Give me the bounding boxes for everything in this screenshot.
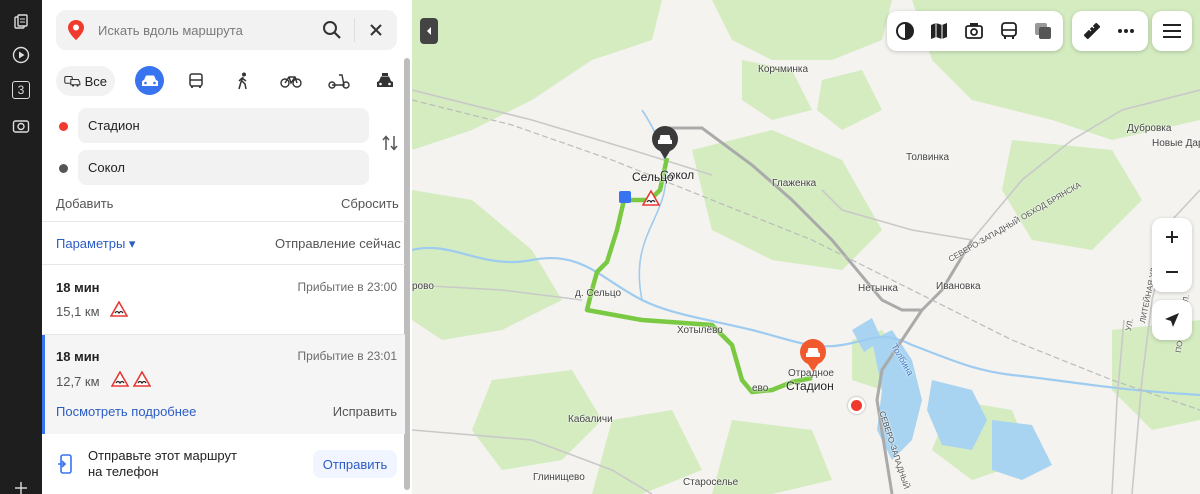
route-arrival: Прибытие в 23:00	[297, 280, 397, 294]
label-otradnoe: Отрадное	[788, 368, 834, 379]
map-tools-toolbar	[1072, 11, 1148, 51]
search-icon[interactable]	[322, 20, 342, 40]
mode-all-button[interactable]: Все	[56, 66, 115, 96]
end-point-dot	[59, 164, 68, 173]
label-kabalichi: Кабаличи	[568, 414, 613, 425]
phone-icon	[58, 454, 74, 477]
from-field[interactable]: Стадион	[78, 108, 369, 143]
route-distance: 15,1 км	[56, 304, 100, 319]
mode-taxi-button[interactable]	[374, 66, 396, 96]
transit-icon[interactable]	[999, 21, 1019, 41]
params-dropdown[interactable]: Параметры ▾	[56, 236, 135, 252]
label-selco: Сельцо	[632, 170, 674, 184]
send-button[interactable]: Отправить	[313, 450, 397, 478]
bus-icon	[189, 73, 203, 88]
route-option-2[interactable]: 18 мин Прибытие в 23:01 12,7 км Посмотре…	[42, 335, 405, 434]
map-layers-toolbar	[887, 11, 1063, 51]
zoom-controls	[1152, 218, 1192, 292]
chevron-left-icon	[427, 27, 431, 35]
ruler-icon[interactable]	[1082, 21, 1102, 41]
mode-car-button[interactable]	[135, 66, 164, 95]
label-stadion: Стадион	[786, 379, 834, 393]
multi-transport-icon	[64, 75, 81, 87]
bus-stop-icon	[619, 191, 631, 203]
label-d-selco: д. Сельцо	[575, 288, 622, 299]
badge-number: 3	[12, 81, 30, 99]
taxi-icon	[377, 73, 393, 87]
search-bar[interactable]: Искать вдоль маршрута	[56, 10, 397, 50]
swap-icon[interactable]	[381, 134, 399, 152]
mode-bike-button[interactable]	[278, 66, 304, 96]
menu-button[interactable]	[1152, 11, 1192, 51]
map-layers-icon[interactable]	[929, 21, 949, 41]
add-point-link[interactable]: Добавить	[56, 196, 113, 211]
label-hotylevo: Хотылёво	[677, 325, 723, 336]
zoom-out-icon[interactable]	[1162, 262, 1182, 285]
left-rail: 3	[0, 0, 42, 494]
more-icon[interactable]	[1116, 21, 1136, 41]
rough-road-warning-icon	[110, 370, 130, 390]
layers-stack-icon[interactable]	[1033, 21, 1053, 41]
navigation-arrow-icon	[1165, 313, 1179, 327]
start-point-dot	[59, 122, 68, 131]
locate-me-button[interactable]	[1152, 300, 1192, 340]
camera-icon[interactable]	[11, 116, 31, 136]
map-canvas[interactable]: Корчминка Сокол Сельцо Глаженка Толвинка…	[412, 0, 1200, 494]
view-details-link[interactable]: Посмотреть подробнее	[56, 404, 196, 419]
fix-route-link[interactable]: Исправить	[333, 404, 397, 419]
zoom-in-icon[interactable]	[1162, 227, 1182, 250]
route-time: 18 мин	[56, 280, 100, 295]
bicycle-icon	[280, 76, 302, 88]
search-input[interactable]: Искать вдоль маршрута	[98, 23, 243, 38]
rough-road-warning-icon	[109, 300, 129, 320]
route-arrival: Прибытие в 23:01	[297, 349, 397, 363]
label-ovo: рово	[412, 281, 434, 292]
reset-link[interactable]: Сбросить	[341, 196, 399, 211]
add-icon[interactable]	[11, 478, 31, 494]
label-glinishchevo: Глинищево	[533, 472, 585, 483]
label-tolvinka: Толвинка	[906, 152, 950, 163]
mode-walk-button[interactable]	[232, 66, 254, 96]
route-distance: 12,7 км	[56, 374, 100, 389]
route-option-1[interactable]: 18 мин Прибытие в 23:00 15,1 км	[42, 265, 405, 335]
map-style-icon[interactable]	[895, 21, 915, 41]
divider	[42, 221, 405, 222]
rough-road-warning-icon	[132, 370, 152, 390]
close-icon[interactable]	[366, 20, 386, 40]
departure-select[interactable]: Отправление сейчас	[275, 236, 401, 251]
mode-scooter-button[interactable]	[326, 66, 352, 96]
send-text-line2: на телефон	[88, 464, 159, 479]
pedestrian-icon	[238, 72, 247, 90]
to-field[interactable]: Сокол	[78, 150, 369, 185]
search-separator	[354, 18, 355, 42]
label-ivanovka: Ивановка	[936, 281, 981, 292]
documents-icon[interactable]	[11, 12, 31, 32]
label-dubrovka: Дубровка	[1127, 123, 1172, 134]
play-icon[interactable]	[11, 45, 31, 65]
mode-bus-button[interactable]	[185, 66, 207, 96]
start-point-marker[interactable]	[848, 397, 865, 414]
label-staroselie: Староселье	[683, 477, 739, 488]
transport-modes: Все	[56, 66, 401, 96]
car-icon	[141, 75, 158, 86]
panorama-icon[interactable]	[964, 21, 984, 41]
scooter-icon	[328, 74, 350, 89]
counter-badge[interactable]: 3	[11, 80, 31, 100]
mode-all-label: Все	[84, 73, 107, 89]
label-glazhenka: Глаженка	[772, 178, 817, 189]
label-korchminka: Корчминка	[758, 64, 809, 75]
label-netynka: Нетынка	[858, 283, 898, 294]
label-evo: ево	[752, 383, 769, 394]
route-time: 18 мин	[56, 349, 100, 364]
hamburger-icon	[1163, 24, 1181, 38]
collapse-panel-button[interactable]	[420, 18, 438, 44]
send-text-line1: Отправьте этот маршрут	[88, 448, 237, 463]
location-pin-icon	[68, 20, 84, 43]
label-novye-dar: Новые Дар	[1152, 138, 1200, 149]
